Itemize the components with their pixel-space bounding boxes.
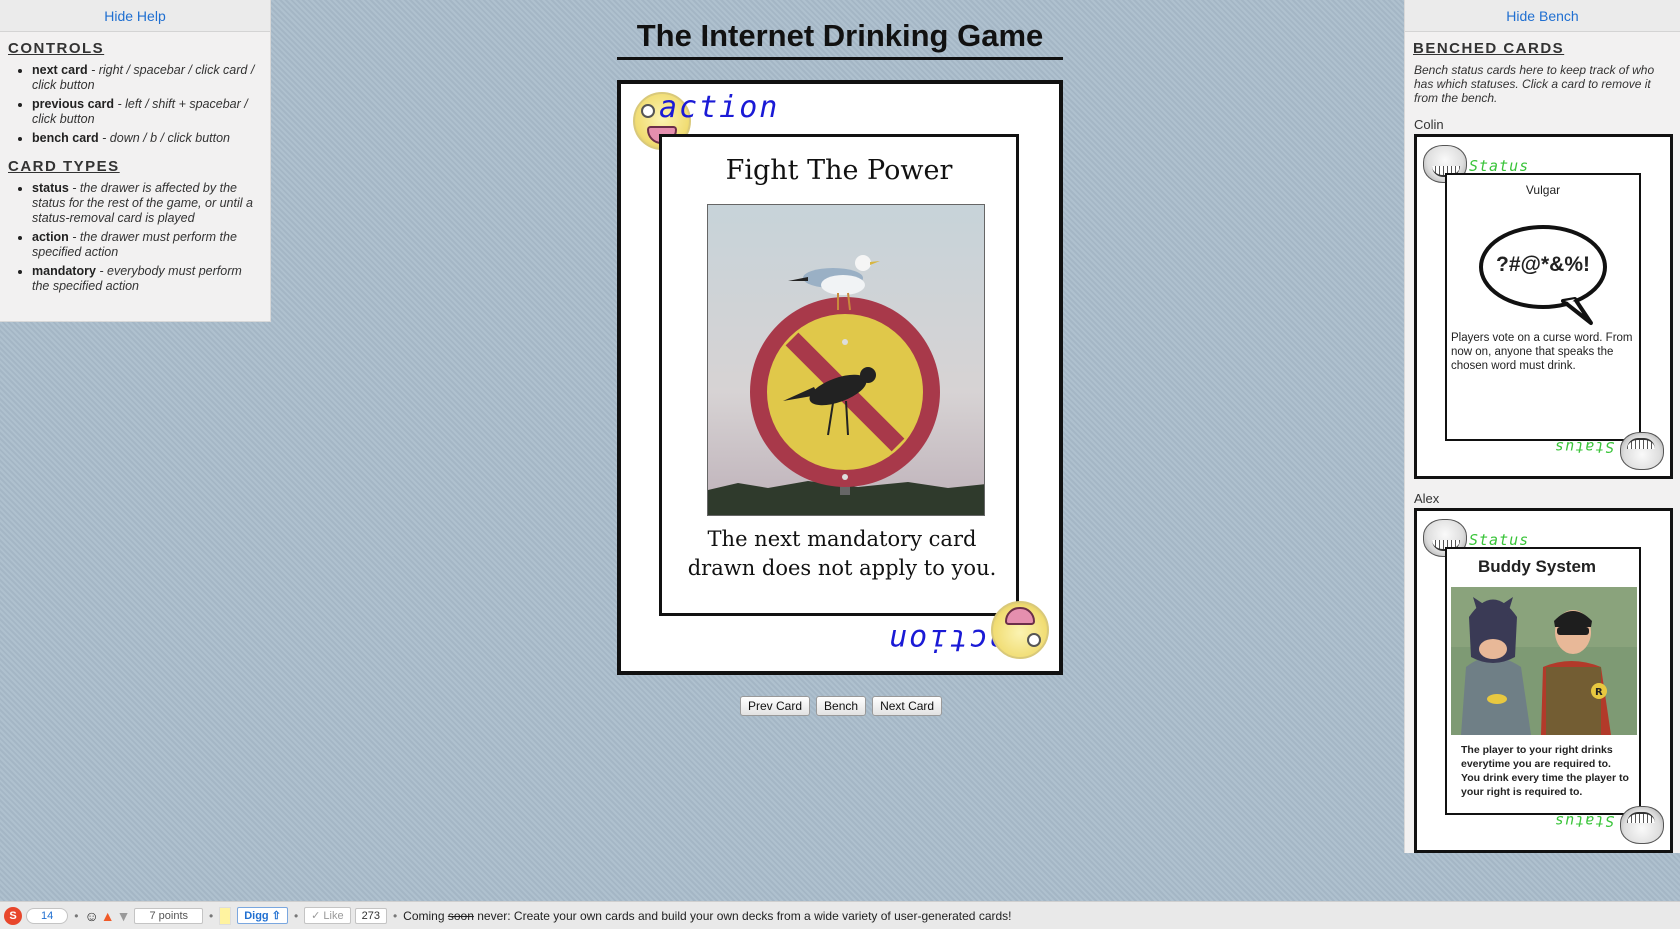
reddit-points: 7 points — [134, 907, 203, 924]
bench-button[interactable]: Bench — [816, 696, 867, 716]
separator: • — [209, 908, 214, 923]
card-text: Players vote on a curse word. From now o… — [1451, 332, 1633, 372]
card-type-label: action — [659, 90, 780, 125]
card-type-label-flipped: Status — [1553, 812, 1614, 830]
bench-player-name: Alex — [1414, 491, 1440, 506]
bubble-text: ?#@*&%! — [1496, 253, 1590, 276]
page-title: The Internet Drinking Game — [617, 16, 1063, 60]
card-types-heading: CARD TYPES — [8, 158, 120, 175]
coming-soon-notice: Coming soon never: Create your own cards… — [403, 908, 1012, 923]
help-panel: Hide Help CONTROLS next card - right / s… — [0, 0, 271, 322]
controls-list: next card - right / spacebar / click car… — [32, 63, 262, 146]
like-count: 273 — [354, 907, 387, 924]
controls-heading: CONTROLS — [8, 40, 105, 57]
card-title: Buddy System — [1477, 557, 1597, 576]
like-button[interactable]: ✓ Like — [304, 907, 351, 924]
hide-bench-link[interactable]: Hide Bench — [1405, 0, 1680, 32]
bench-panel: Hide Bench BENCHED CARDS Bench status ca… — [1404, 0, 1680, 853]
digg-count-box — [219, 906, 232, 925]
seagull-photo — [707, 204, 985, 516]
next-card-button[interactable]: Next Card — [872, 696, 943, 716]
list-item: action - the drawer must perform the spe… — [32, 230, 262, 260]
benched-card-vulgar[interactable]: Status Vulgar ?#@*&%! Players vote on a … — [1414, 134, 1673, 479]
card-type-label-flipped: Status — [1553, 438, 1614, 456]
list-item: previous card - left / shift + spacebar … — [32, 97, 262, 127]
trollface-icon — [1620, 806, 1664, 844]
card-title: Vulgar — [1525, 183, 1561, 197]
card-text: The next mandatory card drawn does not a… — [687, 527, 997, 580]
card-text: The player to your right drinks everytim… — [1461, 744, 1629, 798]
card-inner-frame: Vulgar ?#@*&%! Players vote on a curse w… — [1445, 173, 1641, 441]
prev-card-button[interactable]: Prev Card — [740, 696, 811, 716]
list-item: bench card - down / b / click button — [32, 131, 262, 146]
hide-help-link[interactable]: Hide Help — [0, 0, 270, 32]
upvote-arrow-icon[interactable]: ▲ — [101, 908, 115, 924]
main-card[interactable]: action Fight The Power The next mandator… — [617, 80, 1063, 675]
card-controls: Prev Card Bench Next Card — [740, 696, 943, 716]
batman-robin-photo: R — [1451, 587, 1637, 735]
benched-cards-heading: BENCHED CARDS — [1413, 40, 1565, 57]
svg-text:R: R — [1595, 687, 1603, 698]
list-item: status - the drawer is affected by the s… — [32, 181, 262, 226]
bench-description: Bench status cards here to keep track of… — [1414, 63, 1655, 105]
list-item: mandatory - everybody must perform the s… — [32, 264, 262, 294]
card-type-label-flipped: action — [886, 622, 1007, 657]
reddit-icon[interactable]: ☺ — [84, 908, 98, 924]
card-inner-frame: Buddy System R The player to your right … — [1445, 547, 1641, 815]
card-title: Fight The Power — [725, 155, 953, 186]
speech-bubble-icon: ?#@*&%! — [1479, 223, 1611, 325]
card-types-list: status - the drawer is affected by the s… — [32, 181, 262, 294]
trollface-icon — [1620, 432, 1664, 470]
social-footer-bar: S 14 • ☺ ▲ ▼ 7 points • Digg ⇧ • ✓ Like … — [0, 901, 1680, 929]
benched-card-buddy-system[interactable]: Status Buddy System R The player to your… — [1414, 508, 1673, 853]
awesome-face-icon — [991, 601, 1049, 659]
stumbleupon-icon[interactable]: S — [4, 906, 22, 925]
bench-player-name: Colin — [1414, 117, 1444, 132]
separator: • — [293, 908, 299, 923]
list-item: next card - right / spacebar / click car… — [32, 63, 262, 93]
digg-button[interactable]: Digg ⇧ — [237, 907, 288, 924]
stumble-count: 14 — [26, 907, 69, 924]
separator: • — [74, 908, 79, 923]
downvote-arrow-icon[interactable]: ▼ — [117, 908, 131, 924]
card-inner-frame: Fight The Power The next mandatory card … — [659, 134, 1019, 616]
separator: • — [392, 908, 398, 923]
